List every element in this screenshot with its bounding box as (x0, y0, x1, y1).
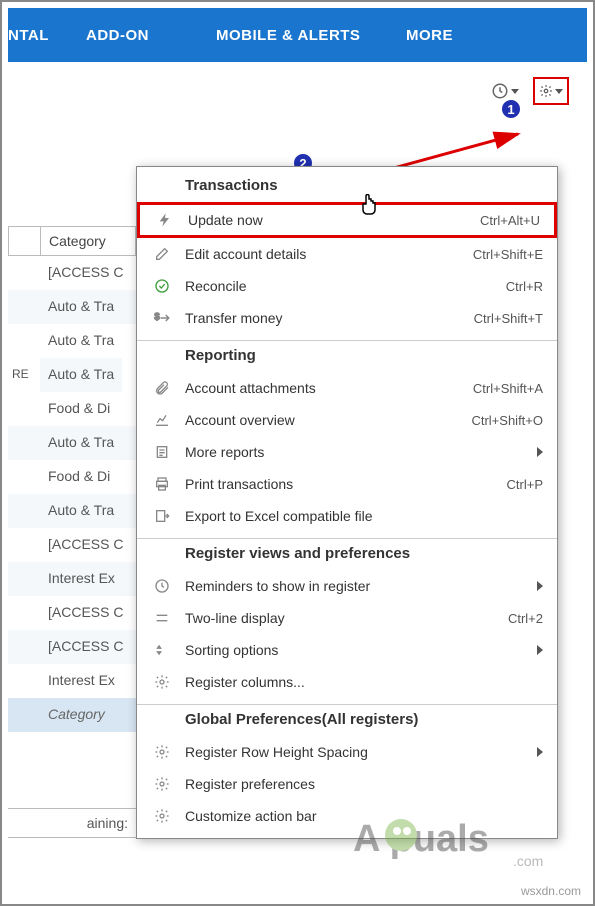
rows-icon (147, 606, 177, 630)
menu-section-transactions: Transactions (137, 167, 557, 202)
gear-icon (147, 772, 177, 796)
tab-mobile[interactable]: MOBILE & ALERTS (198, 8, 388, 62)
category-placeholder[interactable]: Category (8, 698, 136, 732)
menu-columns[interactable]: Register columns... (137, 666, 557, 698)
menu-edit-account[interactable]: Edit account details Ctrl+Shift+E (137, 238, 557, 270)
submenu-arrow-icon (537, 747, 543, 757)
mi-shortcut: Ctrl+R (506, 279, 543, 294)
menu-export-excel[interactable]: Export to Excel compatible file (137, 500, 557, 532)
dollar-arrow-icon: $ (147, 306, 177, 330)
mi-label: Sorting options (177, 642, 537, 658)
menu-row-height[interactable]: Register Row Height Spacing (137, 736, 557, 768)
gear-icon (147, 804, 177, 828)
menu-transfer[interactable]: $ Transfer money Ctrl+Shift+T (137, 302, 557, 334)
re-label: RE (8, 358, 40, 392)
mi-shortcut: Ctrl+Shift+T (474, 311, 543, 326)
mi-shortcut: Ctrl+2 (508, 611, 543, 626)
submenu-arrow-icon (537, 447, 543, 457)
gear-button[interactable] (533, 77, 569, 105)
menu-more-reports[interactable]: More reports (137, 436, 557, 468)
menu-section-reporting: Reporting (137, 343, 557, 372)
submenu-arrow-icon (537, 645, 543, 655)
table-row[interactable]: Auto & Tra (40, 358, 122, 392)
mi-label: More reports (177, 444, 537, 460)
menu-print[interactable]: Print transactions Ctrl+P (137, 468, 557, 500)
table-row[interactable]: Auto & Tra (8, 324, 136, 358)
mi-label: Register preferences (177, 776, 543, 792)
table-row[interactable]: Auto & Tra (8, 426, 136, 460)
mi-label: Register Row Height Spacing (177, 744, 537, 760)
chart-icon (147, 408, 177, 432)
mi-shortcut: Ctrl+Shift+E (473, 247, 543, 262)
mi-label: Print transactions (177, 476, 507, 492)
table-row[interactable]: Food & Di (8, 392, 136, 426)
mi-shortcut: Ctrl+Shift+O (471, 413, 543, 428)
table-row[interactable]: Auto & Tra (8, 290, 136, 324)
menu-section-global: Global Preferences(All registers) (137, 707, 557, 736)
top-tabbar: NTAL ADD-ON MOBILE & ALERTS MORE (8, 8, 587, 62)
mi-label: Reminders to show in register (177, 578, 537, 594)
mi-label: Export to Excel compatible file (177, 508, 543, 524)
menu-reminders[interactable]: Reminders to show in register (137, 570, 557, 602)
svg-text:A puals: A puals (353, 818, 489, 860)
mi-shortcut: Ctrl+Alt+U (480, 213, 540, 228)
mi-label: Register columns... (177, 674, 543, 690)
tab-rental[interactable]: NTAL (8, 8, 68, 62)
menu-sort[interactable]: Sorting options (137, 634, 557, 666)
paperclip-icon (147, 376, 177, 400)
mi-label: Transfer money (177, 310, 474, 326)
clock-icon (147, 574, 177, 598)
watermark: A puals .com (353, 811, 573, 871)
mi-label: Edit account details (177, 246, 473, 262)
lightning-icon (150, 208, 180, 232)
register-grid: Category [ACCESS C Auto & Tra Auto & Tra… (8, 226, 136, 732)
mi-label: Account overview (177, 412, 471, 428)
grid-header: Category (8, 226, 136, 256)
mi-label: Update now (180, 212, 480, 228)
table-row[interactable]: Food & Di (8, 460, 136, 494)
export-icon (147, 504, 177, 528)
menu-overview[interactable]: Account overview Ctrl+Shift+O (137, 404, 557, 436)
menu-twoline[interactable]: Two-line display Ctrl+2 (137, 602, 557, 634)
report-icon (147, 440, 177, 464)
table-row[interactable]: Auto & Tra (8, 494, 136, 528)
tab-more[interactable]: MORE (388, 8, 471, 62)
mi-label: Reconcile (177, 278, 506, 294)
mi-label: Two-line display (177, 610, 508, 626)
gear-icon (147, 670, 177, 694)
table-row[interactable]: [ACCESS C (8, 630, 136, 664)
tab-addon[interactable]: ADD-ON (68, 8, 198, 62)
gear-icon (147, 740, 177, 764)
submenu-arrow-icon (537, 581, 543, 591)
callout-badge-1: 1 (500, 98, 522, 120)
svg-text:$: $ (155, 312, 160, 322)
col-category[interactable]: Category (41, 227, 135, 255)
table-row[interactable]: [ACCESS C (8, 256, 136, 290)
table-row[interactable]: Interest Ex (8, 562, 136, 596)
menu-update-now[interactable]: Update now Ctrl+Alt+U (137, 202, 557, 238)
table-row[interactable]: [ACCESS C (8, 528, 136, 562)
menu-register-prefs[interactable]: Register preferences (137, 768, 557, 800)
mi-shortcut: Ctrl+P (507, 477, 543, 492)
menu-attachments[interactable]: Account attachments Ctrl+Shift+A (137, 372, 557, 404)
remaining-label: aining: (8, 808, 136, 838)
source-line: wsxdn.com (521, 884, 581, 898)
svg-text:.com: .com (513, 853, 543, 869)
sort-icon (147, 638, 177, 662)
menu-section-register: Register views and preferences (137, 541, 557, 570)
menu-reconcile[interactable]: Reconcile Ctrl+R (137, 270, 557, 302)
mi-label: Account attachments (177, 380, 473, 396)
table-row[interactable]: [ACCESS C (8, 596, 136, 630)
settings-menu: Transactions Update now Ctrl+Alt+U Edit … (136, 166, 558, 839)
edit-icon (147, 242, 177, 266)
print-icon (147, 472, 177, 496)
mi-shortcut: Ctrl+Shift+A (473, 381, 543, 396)
table-row[interactable]: Interest Ex (8, 664, 136, 698)
check-circle-icon (147, 274, 177, 298)
